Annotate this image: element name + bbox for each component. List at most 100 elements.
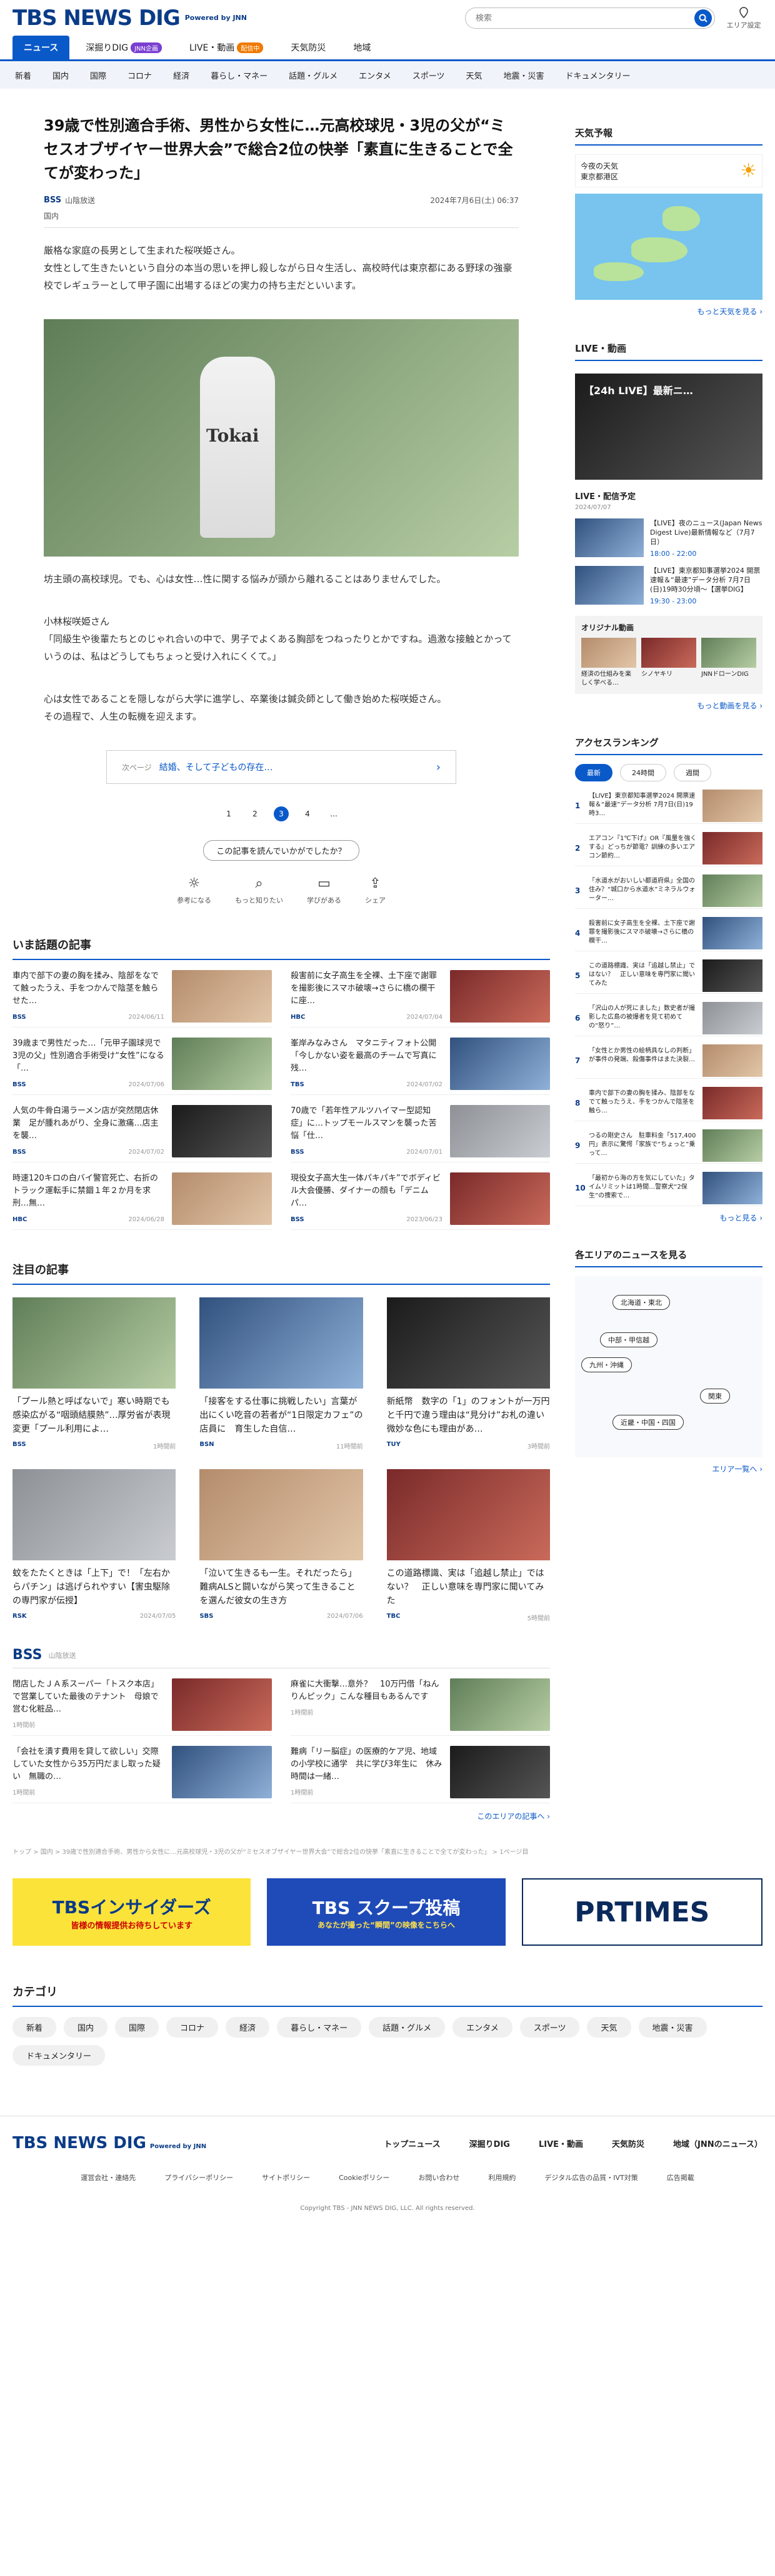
ranking-tab-weekly[interactable]: 週間 bbox=[674, 764, 711, 781]
schedule-item[interactable]: 【LIVE】夜のニュース(Japan News Digest Live)最新情報… bbox=[575, 518, 762, 558]
page-link[interactable]: 4 bbox=[300, 806, 315, 821]
featured-article-item[interactable]: 新紙幣 数字の「1」のフォントが一万円と千円で違う理由は“見分け”お札の違い微妙… bbox=[386, 1297, 550, 1450]
areas-more-link[interactable]: エリア一覧へ › bbox=[575, 1464, 762, 1474]
prtimes-banner[interactable]: PRTIMES bbox=[521, 1878, 762, 1946]
ranking-item[interactable]: 6 「沢山の人が死にました」数史者が撮影した広島の被爆者を見て初めての“怒り”… bbox=[575, 1000, 762, 1036]
reaction-learn[interactable]: ▭ 学びがある bbox=[307, 876, 341, 905]
article-category[interactable]: 国内 bbox=[44, 211, 519, 228]
featured-article-item[interactable]: 「プール熱と呼ばないで」寒い時期でも感染広がる“咽頭結膜熱”…厚労省が表現変更「… bbox=[12, 1297, 176, 1450]
category-link[interactable]: エンタメ bbox=[359, 69, 391, 81]
ranking-tab-24h[interactable]: 24時間 bbox=[620, 764, 666, 781]
bss-logo[interactable]: BSS bbox=[12, 1647, 42, 1663]
weather-map[interactable] bbox=[575, 194, 762, 300]
ranking-item[interactable]: 7 「女性とか男性の絵柄具なしの判断」が事件の発端、殺傷事件はまた決裂… bbox=[575, 1043, 762, 1079]
hot-article-item[interactable]: 39歳まで男性だった…「元甲子園球児で3児の父」性別適合手術受け“女性”になる「… bbox=[12, 1028, 272, 1095]
page-link-current[interactable]: 3 bbox=[274, 806, 289, 821]
insiders-banner[interactable]: TBSインサイダーズ 皆様の情報提供お待ちしています bbox=[12, 1878, 251, 1946]
footer-link[interactable]: 深掘りDIG bbox=[469, 2138, 510, 2149]
reaction-share[interactable]: ⇪ シェア bbox=[365, 876, 386, 905]
footer-sub-link[interactable]: デジタル広告の品質・IVT対策 bbox=[544, 2172, 638, 2182]
area-pill[interactable]: 中部・甲信越 bbox=[600, 1332, 658, 1347]
featured-article-item[interactable]: 「接客をする仕事に挑戦したい」言葉が出にくい吃音の若者が“1日限定カフェ”の店員… bbox=[199, 1297, 363, 1450]
category-link[interactable]: 天気 bbox=[466, 69, 482, 81]
footer-sub-link[interactable]: サイトポリシー bbox=[262, 2172, 310, 2182]
category-chip[interactable]: エンタメ bbox=[452, 2017, 512, 2038]
area-pill[interactable]: 関東 bbox=[700, 1389, 730, 1404]
category-chip[interactable]: 国内 bbox=[64, 2017, 108, 2038]
weather-widget[interactable]: 今夜の天気 東京都港区 ☀ bbox=[575, 154, 762, 187]
category-link[interactable]: 国際 bbox=[90, 69, 106, 81]
bss-article-item[interactable]: 閉店したＪＡ系スーパー「トスク本店」で営業していた最後のテナント 母娘で営む化粧… bbox=[12, 1668, 272, 1736]
area-pill[interactable]: 近畿・中国・四国 bbox=[612, 1415, 684, 1430]
category-link[interactable]: 新着 bbox=[15, 69, 31, 81]
footer-sub-link[interactable]: 広告掲載 bbox=[667, 2172, 694, 2182]
category-chip[interactable]: 天気 bbox=[587, 2017, 631, 2038]
footer-sub-link[interactable]: 運営会社・連絡先 bbox=[81, 2172, 136, 2182]
category-link[interactable]: 地震・災害 bbox=[504, 69, 544, 81]
category-chip[interactable]: コロナ bbox=[166, 2017, 219, 2038]
bss-article-item[interactable]: 難病「リー脳症」の医療的ケア児、地域の小学校に通学 共に学び3年生に 休み時間は… bbox=[291, 1736, 550, 1803]
ranking-item[interactable]: 8 車内で部下の妻の胸を揉み、陰部をなでて触ったうえ、手をつかんで陰茎を触ら… bbox=[575, 1085, 762, 1121]
hot-article-item[interactable]: 殺害前に女子高生を全裸、土下座で謝罪を撮影後にスマホ破壊→さらに橋の欄干に座… H… bbox=[291, 960, 550, 1028]
category-chip[interactable]: スポーツ bbox=[519, 2017, 580, 2038]
hot-article-item[interactable]: 現役女子高大生一体パキパキ”でボディビル大会優勝、ダイナーの顔も「デニムパ… BS… bbox=[291, 1162, 550, 1230]
hot-article-item[interactable]: 人気の牛骨白湯ラーメン店が突然閉店休業 足が腫れあがり、全身に激痛…店主を襲… B… bbox=[12, 1095, 272, 1162]
category-chip[interactable]: 経済 bbox=[226, 2017, 270, 2038]
search-button[interactable] bbox=[694, 9, 712, 27]
category-link[interactable]: コロナ bbox=[128, 69, 152, 81]
ranking-item[interactable]: 9 つるの剛史さん 駐車料金「517,400円」表示に驚愕「家族で“ちょっと”乗っ… bbox=[575, 1127, 762, 1164]
ranking-item[interactable]: 3 「水道水がおいしい都道府県」全国の住み？“城口から水道水”ミネラルウォーター… bbox=[575, 873, 762, 909]
bss-more-link[interactable]: このエリアの記事へ › bbox=[12, 1811, 550, 1821]
bss-article-item[interactable]: 麻雀に大衝撃…意外？ 10万円借「ねんりんピック」こんな種目もあるんです 1時間前 bbox=[291, 1668, 550, 1736]
category-chip[interactable]: 地震・災害 bbox=[638, 2017, 707, 2038]
footer-logo[interactable]: TBS NEWS DIG Powered by JNN bbox=[12, 2134, 206, 2152]
category-link[interactable]: 国内 bbox=[52, 69, 69, 81]
source-name[interactable]: 山陰放送 bbox=[65, 195, 95, 206]
live-video-player[interactable]: 【24h LIVE】最新ニ… bbox=[575, 374, 762, 480]
ranking-item[interactable]: 10 「最初から海の方を気にしていた」タイムリミットは1時間…警察犬“2保生”の捜… bbox=[575, 1170, 762, 1206]
footer-link[interactable]: トップニュース bbox=[384, 2138, 440, 2149]
featured-article-item[interactable]: 「泣いて生きるも一生。それだったら」難病ALSと闘いながら笑って生きることを選ん… bbox=[199, 1469, 363, 1622]
category-chip[interactable]: ドキュメンタリー bbox=[12, 2045, 106, 2066]
nav-tab-news[interactable]: ニュース bbox=[12, 36, 70, 59]
reaction-want-more[interactable]: ⌕ もっと知りたい bbox=[235, 876, 283, 905]
nav-tab-live[interactable]: LIVE・動画 配信中 bbox=[178, 36, 274, 59]
ranking-item[interactable]: 4 殺害前に女子高生を全裸、土下座で謝罪を撮影後にスマホ破壊→さらに橋の欄干… bbox=[575, 915, 762, 951]
nav-tab-dig[interactable]: 深掘りDIG JNN企画 bbox=[74, 36, 173, 59]
category-chip[interactable]: 国際 bbox=[115, 2017, 159, 2038]
search-input[interactable] bbox=[476, 13, 694, 23]
category-link[interactable]: 暮らし・マネー bbox=[211, 69, 268, 81]
hot-article-item[interactable]: 峯岸みなみさん マタニティフォト公開 「今しかない姿を最高のチームで写真に残… T… bbox=[291, 1028, 550, 1095]
footer-link[interactable]: 地域（JNNのニュース） bbox=[673, 2138, 762, 2149]
category-chip[interactable]: 暮らし・マネー bbox=[277, 2017, 362, 2038]
footer-sub-link[interactable]: プライバシーポリシー bbox=[164, 2172, 233, 2182]
source-logo[interactable]: BSS bbox=[44, 196, 61, 205]
next-page-link[interactable]: 次ページ 結婚、そして子どもの存在… › bbox=[106, 750, 456, 784]
hot-article-item[interactable]: 時速120キロの白バイ警官死亡、右折のトラック運転手に禁錮１年２か月を求刑…無…… bbox=[12, 1162, 272, 1230]
original-video-item[interactable]: 経済の仕組みを楽しく学べる… bbox=[581, 638, 636, 688]
area-setting-button[interactable]: エリア設定 bbox=[725, 6, 762, 30]
site-logo[interactable]: TBS NEWS DIG Powered by JNN bbox=[12, 6, 247, 31]
category-link[interactable]: ドキュメンタリー bbox=[566, 69, 631, 81]
hot-article-item[interactable]: 70歳で「若年性アルツハイマー型認知症」に…トップモールスマンを襲った苦悩「仕…… bbox=[291, 1095, 550, 1162]
ranking-item[interactable]: 5 この道路標識、実は「追越し禁止」ではない？ 正しい意味を専門家に聞いてみた bbox=[575, 958, 762, 994]
footer-link[interactable]: 天気防災 bbox=[612, 2138, 644, 2149]
ranking-tab-latest[interactable]: 最新 bbox=[575, 764, 612, 781]
category-chip[interactable]: 新着 bbox=[12, 2017, 57, 2038]
area-pill[interactable]: 北海道・東北 bbox=[612, 1295, 670, 1310]
category-link[interactable]: 経済 bbox=[173, 69, 189, 81]
nav-tab-weather[interactable]: 天気防災 bbox=[279, 36, 337, 59]
category-chip[interactable]: 話題・グルメ bbox=[369, 2017, 446, 2038]
footer-link[interactable]: LIVE・動画 bbox=[539, 2138, 583, 2149]
featured-article-item[interactable]: この道路標識、実は「追越し禁止」ではない？ 正しい意味を専門家に聞いてみた TBC… bbox=[386, 1469, 550, 1622]
featured-article-item[interactable]: 蚊をたたくときは「上下」で！「左右からパチン」は逃げられやすい【害虫駆除の専門家… bbox=[12, 1469, 176, 1622]
scoop-banner[interactable]: TBS スクープ投稿 あなたが撮った“瞬間”の映像をこちらへ bbox=[267, 1878, 506, 1946]
footer-sub-link[interactable]: Cookieポリシー bbox=[339, 2172, 389, 2182]
original-video-item[interactable]: JNNドローンDIG bbox=[701, 638, 756, 688]
page-link[interactable]: 1 bbox=[221, 806, 236, 821]
category-link[interactable]: スポーツ bbox=[412, 69, 445, 81]
category-link[interactable]: 話題・グルメ bbox=[289, 69, 338, 81]
original-video-item[interactable]: シノヤキリ bbox=[641, 638, 696, 688]
area-pill[interactable]: 九州・沖縄 bbox=[581, 1357, 632, 1372]
bss-article-item[interactable]: 「会社を潰す費用を貸して欲しい」交際していた女性から35万円だまし取った疑い 無… bbox=[12, 1736, 272, 1803]
